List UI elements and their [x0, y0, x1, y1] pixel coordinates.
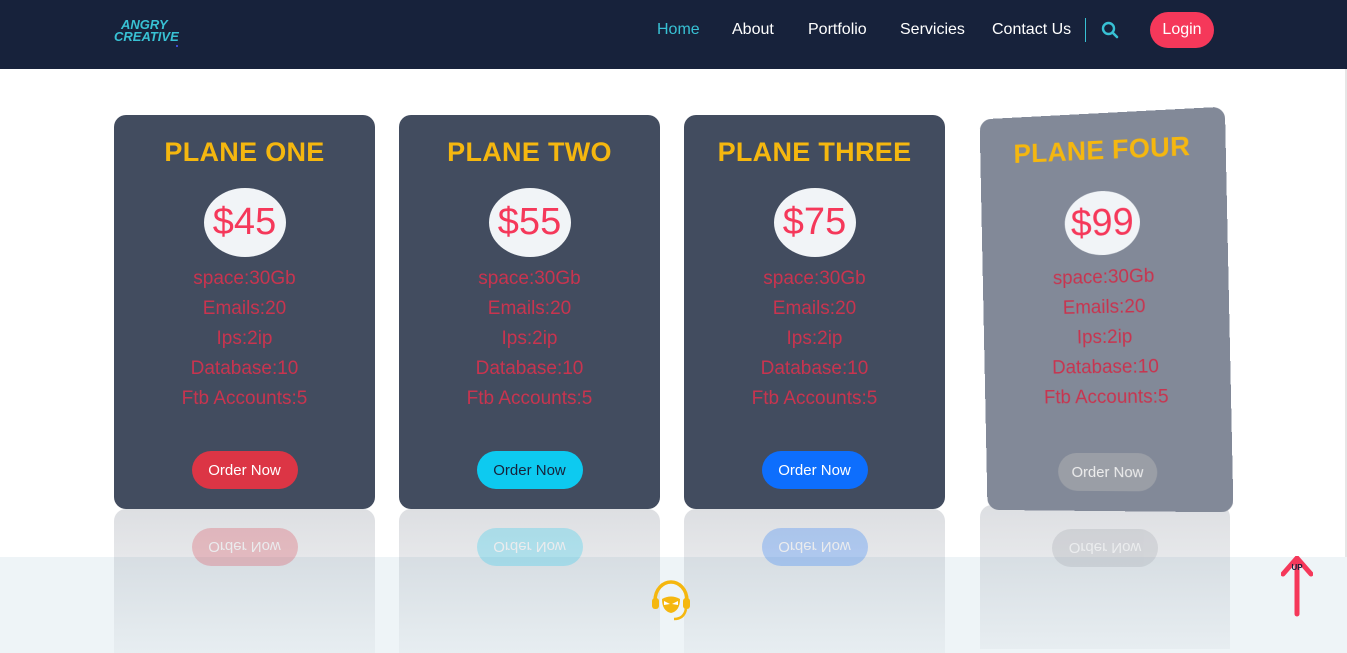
- card-reflection: Order Now: [399, 509, 660, 653]
- nav-divider: [1085, 18, 1086, 42]
- order-now-button[interactable]: Order Now: [1057, 452, 1158, 492]
- feature-ftp: Ftb Accounts:5: [751, 388, 878, 409]
- plan-title: PLANE ONE: [164, 137, 325, 167]
- plan-price: $75: [773, 188, 856, 257]
- reflection-button: Order Now: [761, 528, 868, 566]
- feature-ftp: Ftb Accounts:5: [181, 388, 308, 409]
- feature-space: space:30Gb: [193, 268, 296, 289]
- reflection-button: Order Now: [476, 528, 583, 566]
- card-reflection: Order Now: [980, 505, 1230, 649]
- feature-database: Database:10: [760, 358, 869, 379]
- feature-space: space:30Gb: [763, 268, 866, 289]
- feature-ips: Ips:2ip: [786, 328, 843, 349]
- reflection-button: Order Now: [191, 528, 298, 566]
- nav-contact[interactable]: Contact Us: [992, 21, 1071, 39]
- feature-emails: Emails:20: [1062, 296, 1146, 319]
- feature-ftp: Ftb Accounts:5: [1043, 386, 1169, 409]
- plan-title: PLANE FOUR: [1013, 130, 1191, 169]
- search-icon[interactable]: [1101, 21, 1119, 39]
- nav-about[interactable]: About: [732, 21, 774, 39]
- plan-title: PLANE TWO: [447, 137, 612, 167]
- logo-line2: CREATIVE: [114, 29, 179, 44]
- navbar: ANGRY CREATIVE Home About Portfolio Serv…: [0, 0, 1347, 69]
- feature-emails: Emails:20: [202, 298, 287, 319]
- order-now-button[interactable]: Order Now: [191, 451, 298, 489]
- pricing-card: PLANE THREE $75 space:30Gb Emails:20 Ips…: [684, 115, 945, 509]
- feature-ips: Ips:2ip: [501, 328, 558, 349]
- plan-price: $99: [1064, 189, 1141, 257]
- feature-emails: Emails:20: [772, 298, 857, 319]
- pricing-card: PLANE ONE $45 space:30Gb Emails:20 Ips:2…: [114, 115, 375, 509]
- nav-portfolio[interactable]: Portfolio: [808, 21, 867, 39]
- plan-features: space:30Gb Emails:20 Ips:2ip Database:10…: [983, 259, 1232, 413]
- brand-logo[interactable]: ANGRY CREATIVE: [113, 14, 183, 50]
- nav-services[interactable]: Servicies: [900, 21, 965, 39]
- feature-emails: Emails:20: [487, 298, 572, 319]
- scroll-top-label: UP: [1291, 563, 1303, 572]
- feature-ips: Ips:2ip: [216, 328, 273, 349]
- plan-features: space:30Gb Emails:20 Ips:2ip Database:10…: [684, 264, 945, 414]
- plan-features: space:30Gb Emails:20 Ips:2ip Database:10…: [399, 264, 660, 414]
- pricing-card-featured: PLANE FOUR $99 space:30Gb Emails:20 Ips:…: [979, 106, 1234, 513]
- headset-icon[interactable]: [650, 579, 692, 623]
- login-button[interactable]: Login: [1150, 12, 1214, 48]
- plan-price: $45: [203, 188, 286, 257]
- nav-home[interactable]: Home: [657, 21, 700, 39]
- card-reflection: Order Now: [114, 509, 375, 653]
- plan-price: $55: [488, 188, 571, 257]
- order-now-button[interactable]: Order Now: [761, 451, 868, 489]
- reflection-button: Order Now: [1052, 529, 1158, 567]
- feature-ips: Ips:2ip: [1076, 326, 1133, 349]
- plan-features: space:30Gb Emails:20 Ips:2ip Database:10…: [114, 264, 375, 414]
- feature-ftp: Ftb Accounts:5: [466, 388, 593, 409]
- feature-database: Database:10: [475, 358, 584, 379]
- card-reflection: Order Now: [684, 509, 945, 653]
- pricing-card: PLANE TWO $55 space:30Gb Emails:20 Ips:2…: [399, 115, 660, 509]
- order-now-button[interactable]: Order Now: [476, 451, 583, 489]
- feature-database: Database:10: [190, 358, 299, 379]
- feature-database: Database:10: [1052, 356, 1160, 379]
- feature-space: space:30Gb: [478, 268, 581, 289]
- plan-title: PLANE THREE: [717, 137, 912, 167]
